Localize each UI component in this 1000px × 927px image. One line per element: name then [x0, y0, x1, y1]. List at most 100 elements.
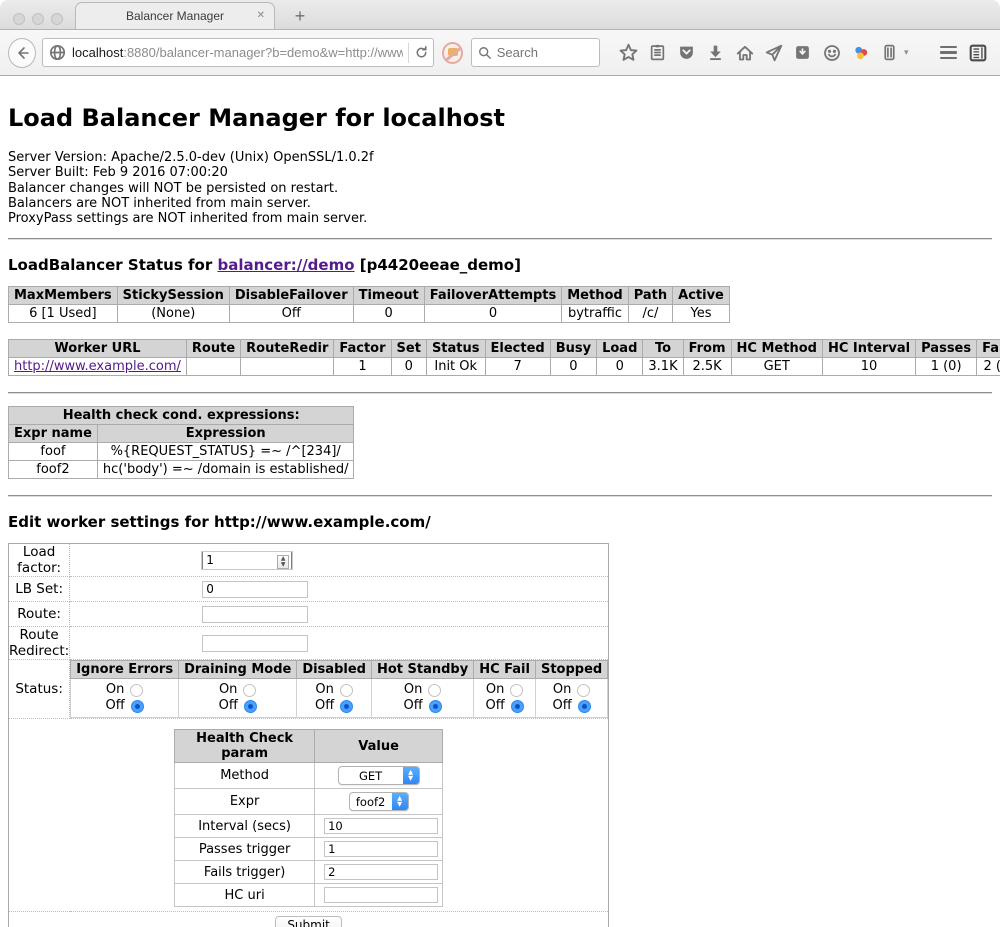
hot-standby-on-radio[interactable] [428, 684, 441, 697]
stopped-on-radio[interactable] [577, 684, 590, 697]
balancer-status-table: MaxMembers StickySession DisableFailover… [8, 286, 730, 323]
ignore-errors-off-radio[interactable] [131, 700, 144, 713]
tab-balancer-manager[interactable]: Balancer Manager ✕ [75, 2, 275, 29]
bookmark-star-icon[interactable] [614, 38, 643, 68]
col-timeout: Timeout [353, 287, 424, 305]
sidebar-toggle-icon[interactable] [963, 38, 992, 68]
hc-fail-on-radio[interactable] [510, 684, 523, 697]
worker-url-link[interactable]: http://www.example.com/ [14, 359, 181, 374]
table-row: foof2 hc('body') =~ /domain is establish… [9, 461, 354, 479]
colorful-extension-icon[interactable] [846, 38, 875, 68]
urlbar-divider [408, 43, 409, 63]
close-window-button[interactable] [13, 13, 25, 25]
heading-suffix: [p4420eeae_demo] [355, 256, 521, 274]
url-input[interactable]: localhost:8880/balancer-manager?b=demo&w… [72, 45, 403, 60]
new-tab-button[interactable]: + [288, 6, 312, 27]
col-disabled: Disabled [297, 661, 372, 679]
navigation-toolbar: localhost:8880/balancer-manager?b=demo&w… [0, 30, 1000, 76]
globe-icon [49, 44, 66, 61]
back-button[interactable] [8, 38, 36, 68]
hc-fail-off-radio[interactable] [511, 700, 524, 713]
number-spinner[interactable]: ▲▼ [277, 555, 289, 569]
reload-icon[interactable] [414, 45, 429, 60]
submit-button[interactable]: Submit [275, 916, 342, 927]
status-radios-table: Ignore Errors Draining Mode Disabled Hot… [70, 660, 608, 718]
balancer-demo-link[interactable]: balancer://demo [217, 256, 354, 274]
col-ignore-errors: Ignore Errors [71, 661, 179, 679]
load-factor-input-wrap: ▲▼ [202, 552, 292, 569]
loadbalancer-status-heading: LoadBalancer Status for balancer://demo … [8, 256, 992, 274]
feedback-smiley-icon[interactable] [817, 38, 846, 68]
worker-status-table: Worker URL Route RouteRedir Factor Set S… [8, 339, 1000, 376]
select-stepper-icon: ▲▼ [392, 793, 408, 810]
col-stickysession: StickySession [117, 287, 229, 305]
status-label: Status: [9, 660, 70, 719]
browser-window: Balancer Manager ✕ + localhost:8880/bala… [0, 0, 1000, 927]
ignore-errors-on-radio[interactable] [130, 684, 143, 697]
toolbar-icons: ▾ [614, 38, 992, 68]
hc-expr-select[interactable]: foof2 ▲▼ [349, 792, 409, 811]
home-icon[interactable] [730, 38, 759, 68]
divider [8, 392, 992, 394]
lb-set-input[interactable] [202, 581, 308, 598]
table-row: foof %{REQUEST_STATUS} =~ /^[234]/ [9, 443, 354, 461]
col-hc-fail: HC Fail [474, 661, 536, 679]
col-disablefailover: DisableFailover [229, 287, 353, 305]
zoom-window-button[interactable] [51, 13, 63, 25]
col-hc-value: Value [315, 730, 443, 763]
load-factor-label: Load factor: [9, 544, 70, 577]
reading-list-icon[interactable] [643, 38, 672, 68]
route-label: Route: [9, 602, 70, 627]
select-stepper-icon: ▲▼ [403, 767, 419, 784]
heading-prefix: LoadBalancer Status for [8, 256, 217, 274]
col-draining-mode: Draining Mode [179, 661, 297, 679]
server-built-line: Server Built: Feb 9 2016 07:00:20 [8, 165, 992, 180]
col-worker-url: Worker URL [9, 340, 187, 358]
col-path: Path [628, 287, 672, 305]
menu-hamburger-icon[interactable] [934, 38, 963, 68]
tab-title: Balancer Manager [126, 9, 224, 23]
route-input[interactable] [202, 606, 308, 623]
col-method: Method [562, 287, 628, 305]
disabled-off-radio[interactable] [340, 700, 353, 713]
page-title: Load Balancer Manager for localhost [8, 104, 992, 132]
route-redirect-input[interactable] [202, 635, 308, 652]
hc-fails-input[interactable] [324, 864, 438, 880]
window-controls [13, 13, 63, 25]
hot-standby-off-radio[interactable] [429, 700, 442, 713]
col-hc-param: Health Check param [175, 730, 315, 763]
draining-mode-off-radio[interactable] [244, 700, 257, 713]
disabled-on-radio[interactable] [340, 684, 353, 697]
screenshot-icon[interactable] [788, 38, 817, 68]
hc-interval-input[interactable] [324, 818, 438, 834]
url-bar[interactable]: localhost:8880/balancer-manager?b=demo&w… [42, 38, 434, 67]
col-failoverattempts: FailoverAttempts [424, 287, 562, 305]
persist-note-line: Balancer changes will NOT be persisted o… [8, 181, 992, 196]
col-expr-name: Expr name [9, 425, 98, 443]
col-expression: Expression [97, 425, 354, 443]
container-icon[interactable] [875, 38, 904, 68]
adblock-disabled-icon[interactable] [442, 42, 463, 64]
draining-mode-on-radio[interactable] [243, 684, 256, 697]
chevron-down-icon[interactable]: ▾ [904, 47, 916, 58]
lb-set-label: LB Set: [9, 577, 70, 602]
search-bar[interactable] [471, 38, 600, 67]
tab-close-icon[interactable]: ✕ [257, 10, 265, 21]
edit-worker-heading: Edit worker settings for http://www.exam… [8, 513, 992, 531]
hc-method-select[interactable]: GET ▲▼ [338, 766, 420, 785]
pocket-icon[interactable] [672, 38, 701, 68]
url-path-text: :8880/balancer-manager?b=demo&w=http://w… [123, 45, 403, 60]
minimize-window-button[interactable] [32, 13, 44, 25]
stopped-off-radio[interactable] [578, 700, 591, 713]
downloads-icon[interactable] [701, 38, 730, 68]
col-stopped: Stopped [535, 661, 607, 679]
page-content: Load Balancer Manager for localhost Serv… [0, 76, 1000, 927]
hc-passes-input[interactable] [324, 841, 438, 857]
hc-uri-input[interactable] [324, 887, 438, 903]
col-active: Active [673, 287, 730, 305]
edit-worker-form: Load factor: ▲▼ LB Set: Route: Route Red… [8, 543, 609, 927]
send-tab-icon[interactable] [759, 38, 788, 68]
search-input[interactable] [497, 45, 592, 60]
divider [8, 238, 992, 240]
titlebar: Balancer Manager ✕ + [0, 0, 1000, 30]
